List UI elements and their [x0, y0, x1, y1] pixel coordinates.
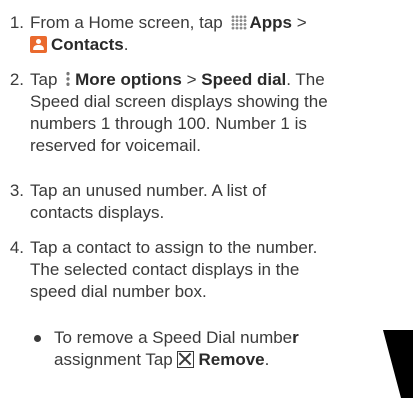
step-line: contacts displays.: [30, 203, 165, 222]
step-text: Tap a contact to assign to the number. T…: [30, 237, 413, 303]
bullet-text: To remove a Speed Dial number assignment…: [54, 328, 299, 369]
speed-dial-label: Speed dial: [201, 70, 287, 89]
step-line: Tap an unused number. A list of: [30, 181, 267, 200]
step-text: Tap More options > Speed dial. The Speed…: [30, 69, 413, 157]
step-line: speed dial number box.: [30, 282, 207, 301]
step-number: 4.: [9, 238, 24, 257]
step-text: Tap an unused number. A list of contacts…: [30, 180, 413, 224]
step-line: Speed dial screen displays showing the: [30, 92, 328, 111]
step-line: The selected contact displays in the: [30, 260, 300, 279]
contacts-icon: [30, 36, 47, 53]
apps-label: Apps: [249, 13, 292, 32]
step-number: 1.: [9, 13, 24, 32]
step-line: numbers 1 through 100. Number 1 is: [30, 114, 307, 133]
more-options-label: More options: [75, 70, 182, 89]
step-line: Tap a contact to assign to the number.: [30, 238, 318, 257]
remove-label: Remove: [198, 350, 265, 369]
step-text: From a Home screen, tap Apps > Contacts.: [30, 13, 307, 54]
corner-decoration: [383, 330, 413, 398]
step-number: 2.: [9, 70, 24, 89]
more-options-icon: [66, 71, 71, 87]
bullet-dot: [34, 335, 41, 342]
close-icon: [177, 351, 195, 368]
step-number: 3.: [9, 181, 24, 200]
apps-grid-icon: [231, 15, 248, 30]
contacts-label: Contacts: [51, 35, 124, 54]
step-line: reserved for voicemail.: [30, 136, 202, 155]
